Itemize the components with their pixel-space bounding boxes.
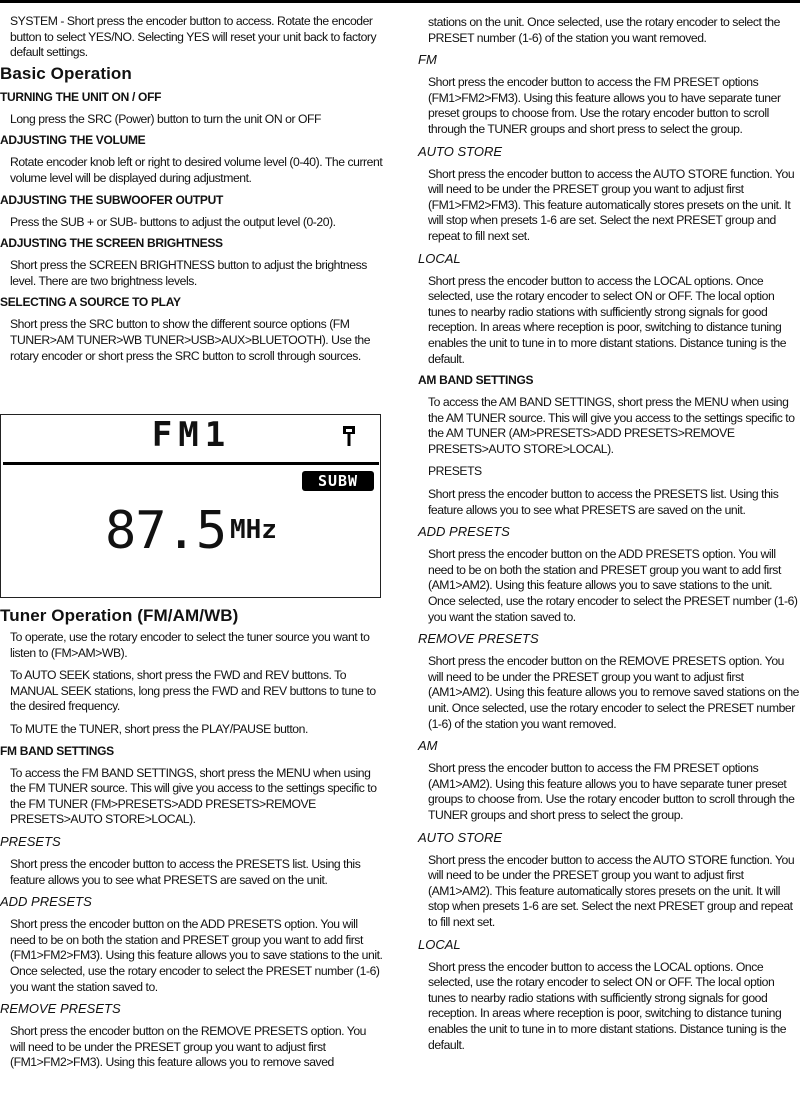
subsection-text: Short press the encoder button on the RE… <box>428 654 799 731</box>
subsection-heading: LOCAL <box>418 936 461 952</box>
subsection-text: Short press the encoder button to access… <box>428 852 795 929</box>
subsection-heading: LOCAL <box>418 250 461 266</box>
subsection-text: Short press the encoder button to access… <box>428 166 795 243</box>
subsection-heading: AM <box>418 738 438 754</box>
subsection-heading: PRESETS <box>0 833 61 849</box>
subsection-text: Short press the encoder button to access… <box>10 856 361 887</box>
basic-operation-title: Basic Operation <box>0 63 132 83</box>
subsection-heading: FM <box>418 52 437 68</box>
subsection-heading: AUTO STORE <box>418 143 503 159</box>
tuner-paragraph: To MUTE the TUNER, short press the PLAY/… <box>10 721 308 736</box>
lcd-display-illustration: FM1 SUBW 87.5 MHz <box>0 414 381 598</box>
page-top-rule <box>0 0 800 3</box>
continued-text: stations on the unit. Once selected, use… <box>428 15 780 45</box>
tuner-paragraph: To AUTO SEEK stations, short press the F… <box>10 668 376 714</box>
subsection-text: Short press the encoder button to access… <box>428 761 795 822</box>
subsection-heading: ADD PRESETS <box>418 524 510 540</box>
antenna-icon <box>343 426 355 446</box>
section-text: Rotate encoder knob left or right to des… <box>10 155 383 185</box>
section-heading: ADJUSTING THE SUBWOOFER OUTPUT <box>0 192 224 207</box>
subsection-text: Short press the encoder button to access… <box>428 273 787 366</box>
lcd-band-label: FM1 <box>151 415 232 455</box>
section-text: Press the SUB + or SUB- buttons to adjus… <box>10 214 336 229</box>
subsection-heading: REMOVE PRESETS <box>418 631 539 647</box>
am-band-settings-text: To access the AM BAND SETTINGS, short pr… <box>428 395 795 456</box>
am-presets-text: Short press the encoder button to access… <box>428 487 779 517</box>
subwoofer-badge: SUBW <box>302 471 374 491</box>
subsection-heading: REMOVE PRESETS <box>0 1001 121 1017</box>
section-heading: ADJUSTING THE SCREEN BRIGHTNESS <box>0 236 223 251</box>
subsection-text: Short press the encoder button on the AD… <box>10 917 383 994</box>
am-presets-label: PRESETS <box>428 464 482 479</box>
system-reset-paragraph: SYSTEM - Short press the encoder button … <box>10 14 377 60</box>
subsection-heading: ADD PRESETS <box>0 894 92 910</box>
fm-band-settings-text: To access the FM BAND SETTINGS, short pr… <box>10 765 377 827</box>
subsection-text: Short press the encoder button to access… <box>428 959 787 1052</box>
section-text: Short press the SRC button to show the d… <box>10 317 371 363</box>
lcd-frequency-unit: MHz <box>230 515 277 545</box>
lcd-divider <box>3 462 379 465</box>
section-text: Short press the SCREEN BRIGHTNESS button… <box>10 258 367 288</box>
tuner-paragraph: To operate, use the rotary encoder to se… <box>10 630 370 660</box>
section-heading: SELECTING A SOURCE TO PLAY <box>0 295 181 310</box>
tuner-operation-title: Tuner Operation (FM/AM/WB) <box>0 606 239 625</box>
am-band-settings-heading: AM BAND SETTINGS <box>418 373 534 388</box>
fm-band-settings-heading: FM BAND SETTINGS <box>0 743 114 758</box>
left-column: SYSTEM - Short press the encoder button … <box>0 14 384 364</box>
right-column: stations on the unit. Once selected, use… <box>418 15 800 1053</box>
subsection-text: Short press the encoder button on the RE… <box>10 1024 367 1070</box>
subsection-text: Short press the encoder button on the AD… <box>428 547 798 624</box>
section-heading: ADJUSTING THE VOLUME <box>0 133 146 148</box>
section-text: Long press the SRC (Power) button to tur… <box>10 111 322 126</box>
left-column-lower: Tuner Operation (FM/AM/WB) To operate, u… <box>0 606 384 1071</box>
section-heading: TURNING THE UNIT ON / OFF <box>0 89 162 104</box>
subsection-heading: AUTO STORE <box>418 829 503 845</box>
lcd-frequency: 87.5 <box>105 501 227 561</box>
subsection-text: Short press the encoder button to access… <box>428 75 781 136</box>
